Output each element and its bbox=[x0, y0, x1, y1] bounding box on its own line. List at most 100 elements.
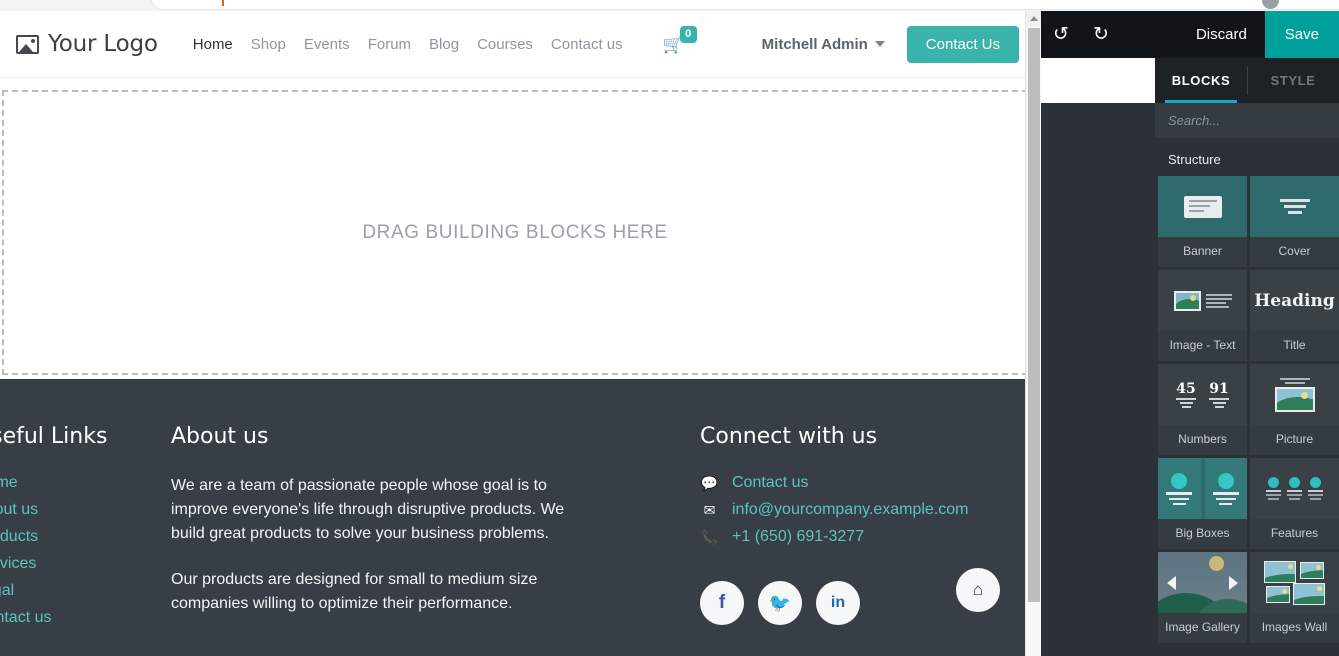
blocks-panel: Structure Banner Cover bbox=[1155, 103, 1339, 656]
block-label-features: Features bbox=[1270, 526, 1319, 540]
preview-scrollbar[interactable] bbox=[1025, 11, 1042, 656]
footer-about-paragraph-2: Our products are designed for small to m… bbox=[171, 571, 538, 612]
nav-item-shop[interactable]: Shop bbox=[251, 36, 286, 53]
footer-useful-links-column: Useful Links Home About us Products Serv… bbox=[0, 424, 155, 636]
block-label-image-gallery: Image Gallery bbox=[1165, 620, 1240, 634]
title-thumb-text: Heading bbox=[1254, 290, 1335, 311]
footer-contact-row-email: ✉ info@yourcompany.example.com bbox=[700, 501, 1030, 519]
block-label-title: Title bbox=[1283, 338, 1306, 352]
block-label-numbers: Numbers bbox=[1178, 432, 1227, 446]
home-icon[interactable]: ⌂ bbox=[956, 568, 1000, 612]
block-picture[interactable]: Picture bbox=[1250, 364, 1339, 455]
picture-thumb-icon bbox=[1250, 364, 1339, 425]
twitter-icon[interactable]: 🐦 bbox=[758, 581, 802, 625]
nav-item-contact-us[interactable]: Contact us bbox=[551, 36, 623, 53]
block-images-wall[interactable]: Images Wall bbox=[1250, 552, 1339, 643]
block-title[interactable]: Heading Title bbox=[1250, 270, 1339, 361]
site-header-right: Mitchell Admin Contact Us bbox=[762, 25, 1041, 63]
numbers-thumb-value-1: 45 bbox=[1176, 380, 1196, 397]
footer-connect-title: Connect with us bbox=[700, 424, 878, 449]
page-body: DRAG BUILDING BLOCKS HERE bbox=[0, 78, 1041, 389]
block-image-gallery[interactable]: Image Gallery bbox=[1158, 552, 1247, 643]
image-gallery-thumb-icon bbox=[1158, 552, 1247, 613]
big-boxes-thumb-icon bbox=[1158, 458, 1247, 519]
block-label-images-wall: Images Wall bbox=[1261, 620, 1328, 634]
nav-item-events[interactable]: Events bbox=[304, 36, 350, 53]
drop-zone[interactable]: DRAG BUILDING BLOCKS HERE bbox=[2, 90, 1028, 375]
block-label-image-text: Image - Text bbox=[1169, 338, 1236, 352]
linkedin-icon[interactable]: in bbox=[816, 581, 860, 625]
cart-count-badge: 0 bbox=[679, 25, 697, 43]
facebook-icon[interactable]: f bbox=[700, 581, 744, 625]
nav-item-courses[interactable]: Courses bbox=[477, 36, 533, 53]
footer-link-home[interactable]: Home bbox=[0, 474, 155, 492]
editor-tabs: BLOCKS STYLE bbox=[1155, 58, 1339, 103]
block-label-picture: Picture bbox=[1275, 432, 1314, 446]
editor-panel-gap bbox=[1041, 58, 1155, 103]
picture-icon bbox=[16, 34, 39, 54]
gallery-next-arrow-icon bbox=[1229, 575, 1238, 590]
nav-item-home[interactable]: Home bbox=[193, 36, 233, 53]
footer-connect-column: Connect with us 💬 Contact us ✉ info@your… bbox=[700, 424, 1030, 625]
banner-thumb-icon bbox=[1158, 176, 1247, 237]
image-text-thumb-icon bbox=[1158, 270, 1247, 331]
footer-social-links: f 🐦 in bbox=[700, 581, 860, 625]
numbers-thumb-value-2: 91 bbox=[1209, 380, 1229, 397]
cart-button[interactable]: 🛒 0 bbox=[663, 25, 697, 53]
redo-icon[interactable]: ↻ bbox=[1081, 11, 1121, 58]
block-numbers[interactable]: 45 91 Numbers bbox=[1158, 364, 1247, 455]
chevron-down-icon bbox=[874, 41, 885, 47]
site-main-nav: Home Shop Events Forum Blog Courses Cont… bbox=[193, 25, 697, 53]
blocks-grid: Banner Cover Image - Text Heading Title … bbox=[1155, 176, 1339, 643]
site-logo-text: Your Logo bbox=[48, 31, 158, 57]
numbers-thumb-icon: 45 91 bbox=[1158, 364, 1247, 425]
user-menu-label: Mitchell Admin bbox=[761, 35, 868, 53]
footer-link-services[interactable]: Services bbox=[0, 555, 155, 573]
screen: Your Logo Home Shop Events Forum Blog Co… bbox=[0, 0, 1339, 656]
footer-link-legal[interactable]: Legal bbox=[0, 582, 155, 600]
block-banner[interactable]: Banner bbox=[1158, 176, 1247, 267]
title-thumb-icon: Heading bbox=[1250, 270, 1339, 331]
section-label-structure: Structure bbox=[1168, 152, 1221, 167]
comment-icon: 💬 bbox=[700, 474, 719, 491]
block-label-cover: Cover bbox=[1278, 244, 1311, 258]
save-button[interactable]: Save bbox=[1264, 11, 1339, 58]
gallery-prev-arrow-icon bbox=[1167, 575, 1176, 590]
scrollbar-up-arrow-icon[interactable] bbox=[1026, 11, 1042, 26]
nav-item-forum[interactable]: Forum bbox=[368, 36, 411, 53]
footer-phone-link[interactable]: +1 (650) 691-3277 bbox=[732, 528, 864, 546]
footer-link-contact-us[interactable]: Contact us bbox=[0, 609, 155, 627]
nav-item-blog[interactable]: Blog bbox=[429, 36, 459, 53]
footer-contact-row-chat: 💬 Contact us bbox=[700, 474, 1030, 492]
block-cover[interactable]: Cover bbox=[1250, 176, 1339, 267]
footer-contact-us-link[interactable]: Contact us bbox=[732, 474, 808, 492]
undo-icon[interactable]: ↺ bbox=[1041, 11, 1081, 58]
search-input[interactable] bbox=[1168, 113, 1326, 128]
user-menu[interactable]: Mitchell Admin bbox=[762, 36, 885, 53]
block-big-boxes[interactable]: Big Boxes bbox=[1158, 458, 1247, 549]
tab-blocks[interactable]: BLOCKS bbox=[1155, 58, 1247, 103]
browser-url-bar[interactable] bbox=[150, 0, 1339, 10]
scrollbar-thumb[interactable] bbox=[1028, 28, 1040, 602]
footer-link-products[interactable]: Products bbox=[0, 528, 155, 546]
footer-link-about-us[interactable]: About us bbox=[0, 501, 155, 519]
footer-about-column: About us We are a team of passionate peo… bbox=[171, 424, 591, 638]
footer-email-link[interactable]: info@yourcompany.example.com bbox=[732, 501, 969, 519]
contact-us-button[interactable]: Contact Us bbox=[906, 25, 1019, 63]
images-wall-thumb-icon bbox=[1250, 552, 1339, 613]
footer-about-paragraph-1: We are a team of passionate people whose… bbox=[171, 477, 565, 542]
block-features[interactable]: Features bbox=[1250, 458, 1339, 549]
browser-tab-marker bbox=[222, 0, 224, 6]
search-row bbox=[1155, 103, 1339, 139]
block-image-text[interactable]: Image - Text bbox=[1158, 270, 1247, 361]
website-editor-panel: ↺ ↻ Discard Save BLOCKS STYLE Structure bbox=[1041, 11, 1339, 656]
footer-about-title: About us bbox=[171, 424, 269, 449]
tab-style[interactable]: STYLE bbox=[1247, 58, 1339, 103]
features-thumb-icon bbox=[1250, 458, 1339, 519]
discard-button[interactable]: Discard bbox=[1178, 26, 1265, 43]
site-logo[interactable]: Your Logo bbox=[0, 31, 158, 57]
site-header: Your Logo Home Shop Events Forum Blog Co… bbox=[0, 11, 1041, 78]
footer-useful-links-title: Useful Links bbox=[0, 424, 108, 449]
website-preview-pane: Your Logo Home Shop Events Forum Blog Co… bbox=[0, 11, 1041, 656]
footer-contact-row-phone: 📞 +1 (650) 691-3277 bbox=[700, 528, 1030, 546]
